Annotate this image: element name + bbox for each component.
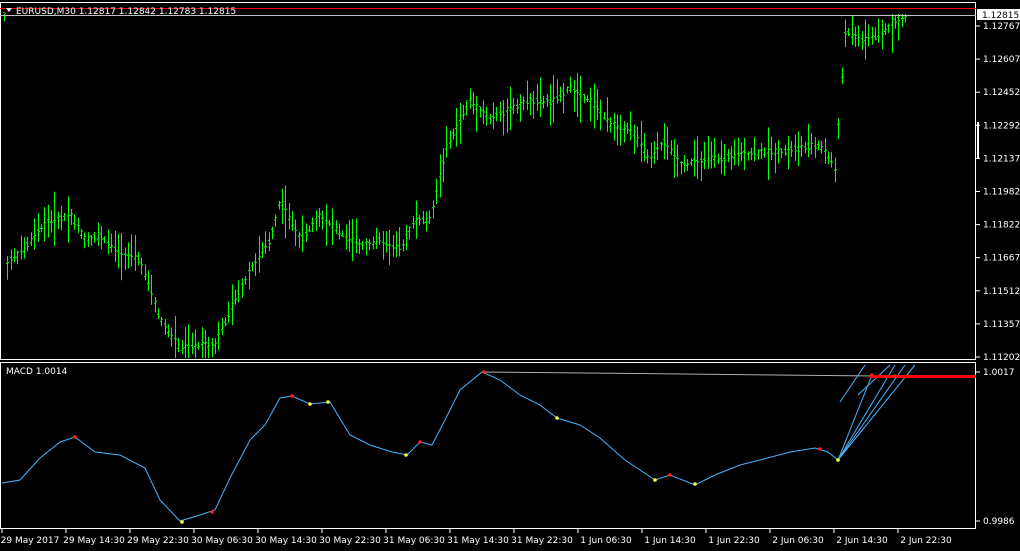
macd-trendline — [837, 364, 916, 461]
axis-scroll-marker[interactable] — [977, 122, 979, 158]
macd-signal-dot-red — [482, 370, 486, 374]
price-tick-label: 1.11512 — [983, 287, 1020, 297]
time-tick-label: 31 May 22:30 — [511, 536, 573, 546]
time-tick-label: 29 May 2017 — [1, 536, 60, 546]
time-tick-label: 30 May 14:30 — [255, 536, 317, 546]
macd-signal-dot-red — [870, 373, 874, 377]
triangle-down-icon[interactable] — [6, 8, 12, 12]
time-tick-label: 30 May 06:30 — [191, 536, 253, 546]
macd-trendline — [857, 364, 891, 396]
price-axis: 1.12767 1.12607 1.12452 1.12292 1.12137 1.119… — [976, 22, 1020, 363]
macd-signal-dot-red — [893, 374, 897, 378]
macd-line — [1, 371, 839, 522]
time-tick-label: 1 Jun 06:30 — [580, 536, 632, 546]
time-tick-label: 2 Jun 22:30 — [900, 536, 952, 546]
macd-tick-label: 1.0017 — [983, 368, 1015, 378]
price-bars — [3, 11, 907, 358]
macd-title: MACD 1.0014 — [6, 367, 68, 377]
macd-signal-dot-red — [290, 394, 294, 398]
time-axis: 29 May 2017 29 May 14:30 29 May 22:30 30 Ma… — [1, 529, 952, 546]
time-tick-label: 29 May 14:30 — [63, 536, 125, 546]
price-pane-frame — [0, 2, 976, 360]
macd-signal-dot-yellow — [693, 482, 697, 486]
macd-pane-frame — [0, 362, 976, 529]
macd-signal-dot-yellow — [555, 416, 559, 420]
price-tick-label: 1.11357 — [983, 320, 1020, 330]
symbol-title: EURUSD,M30 1.12817 1.12842 1.12783 1.128… — [16, 7, 236, 17]
price-tick-label: 1.12452 — [983, 88, 1020, 98]
time-tick-label: 2 Jun 14:30 — [836, 536, 888, 546]
chart-window: EURUSD,M30 1.12817 1.12842 1.12783 1.128… — [0, 2, 1020, 546]
macd-trendline — [837, 364, 906, 461]
price-tick-label: 1.12607 — [983, 55, 1020, 65]
price-tick-label: 1.11982 — [983, 188, 1020, 198]
price-tick-label: 1.11667 — [983, 254, 1020, 264]
time-tick-label: 29 May 22:30 — [127, 536, 189, 546]
time-tick-label: 31 May 14:30 — [447, 536, 509, 546]
macd-signal-dot-red — [668, 473, 672, 477]
macd-signal-dot-red — [418, 440, 422, 444]
macd-signal-dot-yellow — [308, 402, 312, 406]
price-tick-label: 1.12767 — [983, 22, 1020, 32]
price-tick-label: 1.11822 — [983, 221, 1020, 231]
macd-signal-dot-red — [73, 435, 77, 439]
macd-axis: 1.0017 0.9986 — [976, 368, 1015, 527]
macd-signal-dot-yellow — [326, 400, 330, 404]
macd-signal-dot-yellow — [653, 478, 657, 482]
macd-signal-dot-red — [210, 510, 214, 514]
macd-signal-dot-yellow — [836, 458, 840, 462]
time-tick-label: 30 May 22:30 — [319, 536, 381, 546]
macd-layer — [1, 364, 977, 524]
macd-trendline — [837, 374, 873, 461]
macd-tick-label: 0.9986 — [983, 517, 1015, 527]
time-tick-label: 1 Jun 22:30 — [708, 536, 760, 546]
macd-signal-dot-yellow — [180, 520, 184, 524]
price-tick-label: 1.11202 — [983, 353, 1020, 363]
price-tick-label: 1.12137 — [983, 154, 1020, 164]
time-tick-label: 31 May 06:30 — [383, 536, 445, 546]
time-tick-label: 2 Jun 06:30 — [772, 536, 824, 546]
macd-signal-dot-yellow — [404, 453, 408, 457]
price-tick-label: 1.12292 — [983, 121, 1020, 131]
macd-signal-dot-red — [818, 447, 822, 451]
current-price-label: 1.12815 — [982, 11, 1019, 21]
macd-trendline — [839, 364, 866, 403]
macd-trendline — [837, 364, 896, 461]
time-tick-label: 1 Jun 14:30 — [644, 536, 696, 546]
